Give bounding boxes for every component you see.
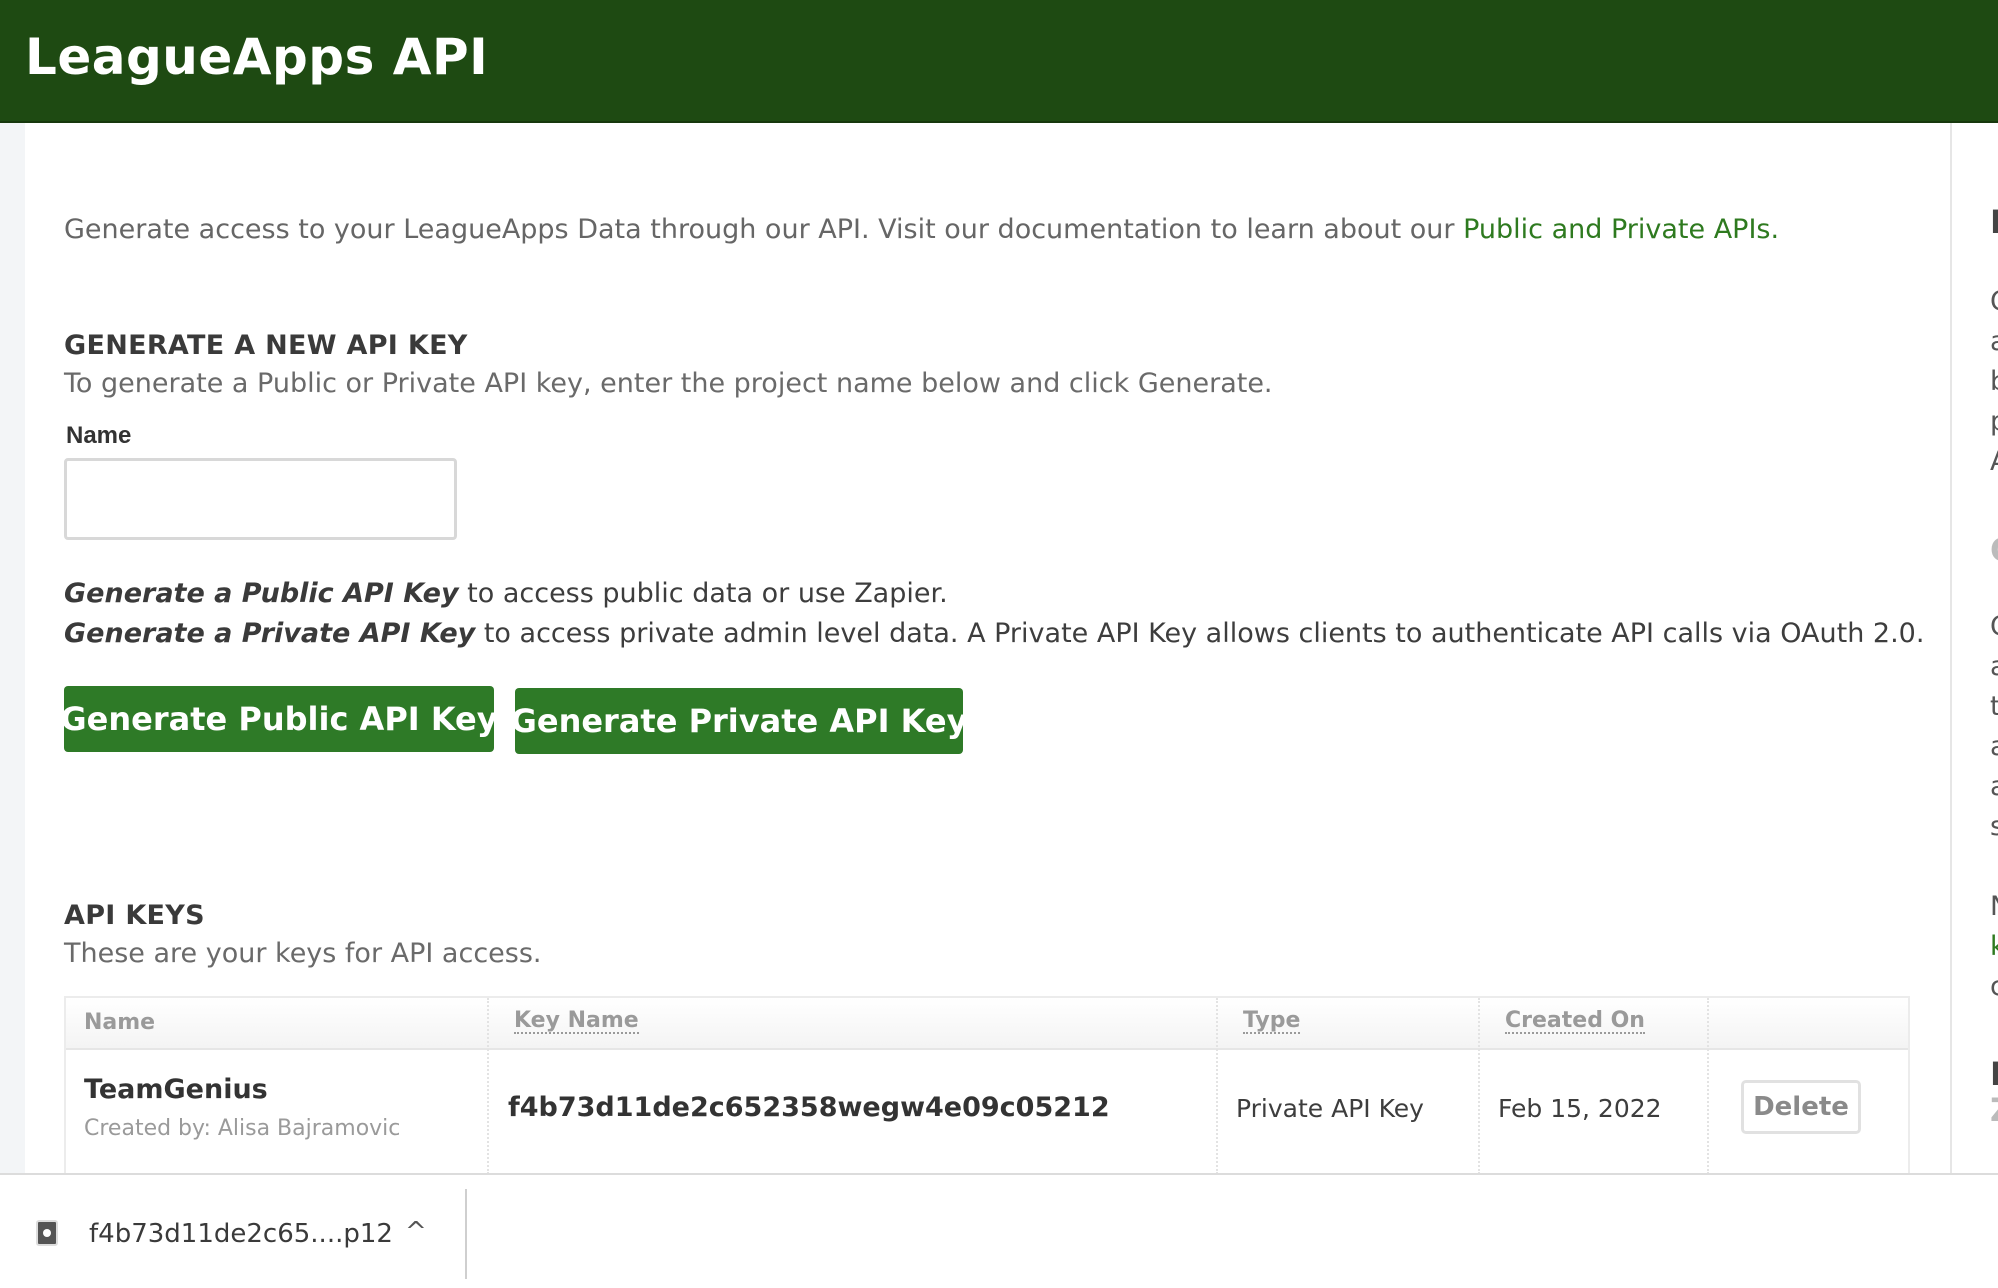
api-keys-table: Name Key Name Type Created On TeamGenius… [64,996,1910,1176]
row-type: Private API Key [1236,1094,1424,1123]
generate-section-subtitle: To generate a Public or Private API key,… [64,368,1273,399]
delete-key-button[interactable]: Delete [1741,1080,1861,1134]
right-panel-text: a [1990,771,1998,802]
right-panel-text: C [1990,286,1998,317]
name-input[interactable] [64,458,457,540]
column-header-name: Name [84,1010,156,1035]
right-side-panel: I C a b p A C C a t a a s N k c I Z [1952,123,1998,1173]
right-panel-link[interactable]: k [1990,931,1998,962]
private-key-desc-emphasis: Generate a Private API Key [64,618,476,649]
name-field-label: Name [66,422,132,449]
row-key-name: f4b73d11de2c652358wegw4e09c05212 [508,1092,1110,1123]
intro-body: Generate access to your LeagueApps Data … [64,214,1464,245]
public-key-desc-emphasis: Generate a Public API Key [64,578,459,609]
table-row: TeamGenius Created by: Alisa Bajramovic … [66,1050,1908,1174]
right-panel-text: s [1990,811,1998,842]
page-title: LeagueApps API [25,28,489,86]
download-item[interactable]: f4b73d11de2c65....p12 ^ [0,1175,466,1288]
public-key-desc-text: to access public data or use Zapier. [458,578,948,609]
row-name: TeamGenius [84,1074,268,1105]
private-key-desc-text: to access private admin level data. A Pr… [475,618,1925,649]
column-header-key-name[interactable]: Key Name [514,1010,639,1034]
table-header: Name Key Name Type Created On [66,998,1908,1174]
left-gutter [0,123,25,1173]
right-panel-text: p [1990,406,1998,437]
right-panel-text: Z [1990,1091,1998,1129]
download-separator [465,1189,467,1279]
right-panel-text: N [1990,891,1998,922]
file-icon [36,1220,58,1246]
right-panel-text: a [1990,651,1998,682]
right-panel-text: C [1990,531,1998,569]
download-bar: f4b73d11de2c65....p12 ^ [0,1173,1998,1288]
generate-section-title: GENERATE A NEW API KEY [64,330,468,361]
column-header-type[interactable]: Type [1243,1010,1301,1034]
intro-text: Generate access to your LeagueApps Data … [64,214,1779,245]
right-panel-text: I [1990,203,1998,241]
right-panel-text: a [1990,731,1998,762]
right-panel-text: C [1990,611,1998,642]
docs-link[interactable]: Public and Private APIs. [1463,214,1779,245]
row-created-on: Feb 15, 2022 [1498,1094,1662,1123]
right-panel-text: I [1990,1055,1998,1093]
private-key-description: Generate a Private API Key to access pri… [64,618,1924,649]
download-file-name: f4b73d11de2c65....p12 [89,1219,393,1249]
right-panel-text: a [1990,326,1998,357]
column-header-created-on[interactable]: Created On [1505,1010,1645,1034]
right-panel-text: t [1990,691,1998,722]
generate-private-api-key-button[interactable]: Generate Private API Key [511,688,967,754]
right-panel-text: A [1990,446,1998,477]
generate-public-api-key-button[interactable]: Generate Public API Key [60,686,498,752]
api-keys-section-subtitle: These are your keys for API access. [64,938,542,969]
app-header: LeagueApps API [0,0,1998,123]
public-key-description: Generate a Public API Key to access publ… [64,578,948,609]
right-panel-text: b [1990,366,1998,397]
api-keys-section-title: API KEYS [64,900,205,931]
row-created-by: Created by: Alisa Bajramovic [84,1116,401,1141]
chevron-up-icon[interactable]: ^ [405,1217,427,1247]
right-panel-text: c [1990,971,1998,1002]
